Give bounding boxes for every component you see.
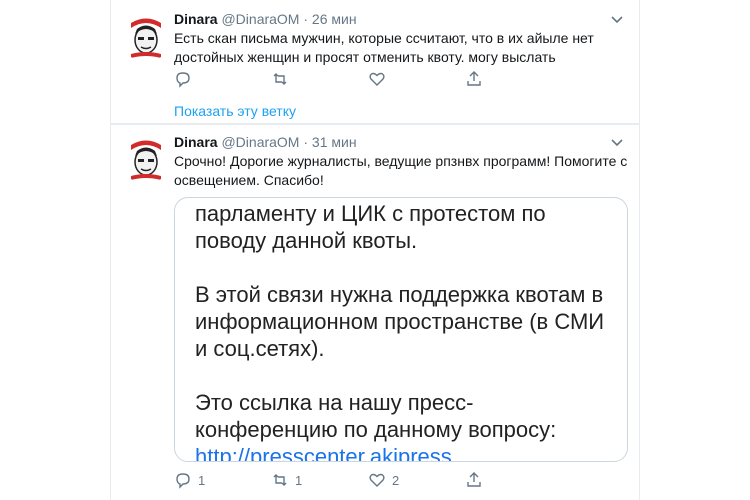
image-text-line: парламенту и ЦИК с протестом по поводу д… xyxy=(195,201,546,253)
like-button[interactable]: 2 xyxy=(368,471,399,489)
tweet-text: Срочно! Дорогие журналисты, ведущие рпзн… xyxy=(174,153,628,188)
tweet-header: Dinara @DinaraOM · 26 мин xyxy=(174,10,357,28)
reply-button[interactable] xyxy=(174,70,198,88)
avatar-cartoon-icon xyxy=(121,134,171,184)
author-handle[interactable]: @DinaraOM xyxy=(221,11,299,27)
author-name[interactable]: Dinara xyxy=(174,11,218,27)
share-button[interactable] xyxy=(465,471,483,489)
like-button[interactable] xyxy=(368,70,392,88)
share-button[interactable] xyxy=(465,70,483,88)
reply-count: 1 xyxy=(198,472,206,488)
author-name[interactable]: Dinara xyxy=(174,134,218,150)
share-icon xyxy=(467,472,481,487)
retweet-icon xyxy=(273,73,287,85)
tweet[interactable]: Dinara @DinaraOM · 31 мин Срочно! Дороги… xyxy=(111,125,639,500)
retweet-icon xyxy=(273,474,287,486)
heart-icon xyxy=(369,72,385,86)
heart-icon xyxy=(369,473,385,487)
image-text-line: Это ссылка на нашу пресс-конференцию по … xyxy=(195,390,557,442)
tweet-text: Есть скан письма мужчин, которые ссчитаю… xyxy=(174,30,594,65)
retweet-button[interactable] xyxy=(271,70,295,88)
reply-button[interactable]: 1 xyxy=(174,471,205,489)
image-link: http://presscenter.akipress xyxy=(195,444,452,462)
retweet-count: 1 xyxy=(295,472,303,488)
retweet-button[interactable]: 1 xyxy=(271,471,302,489)
tweet-time[interactable]: · 26 мин xyxy=(303,11,356,27)
chevron-down-icon[interactable] xyxy=(609,134,625,150)
tweet[interactable]: Dinara @DinaraOM · 26 мин Есть скан пись… xyxy=(111,0,639,119)
reply-icon xyxy=(176,473,190,489)
image-text: парламенту и ЦИК с протестом по поводу д… xyxy=(195,200,615,462)
like-count: 2 xyxy=(392,472,400,488)
chevron-down-icon[interactable] xyxy=(609,11,625,27)
author-handle[interactable]: @DinaraOM xyxy=(221,134,299,150)
avatar-cartoon-icon xyxy=(121,12,171,62)
tweet-header: Dinara @DinaraOM · 31 мин xyxy=(174,133,357,151)
tweet-time[interactable]: · 31 мин xyxy=(303,134,356,150)
image-text-line: В этой связи нужна поддержка квотам в ин… xyxy=(195,282,605,361)
tweet-image[interactable]: парламенту и ЦИК с протестом по поводу д… xyxy=(174,197,628,462)
reply-icon xyxy=(176,72,190,88)
avatar[interactable] xyxy=(121,134,171,184)
show-thread-link[interactable]: Показать эту ветку xyxy=(174,103,296,119)
timeline: Dinara @DinaraOM · 26 мин Есть скан пись… xyxy=(110,0,640,500)
avatar[interactable] xyxy=(121,12,171,62)
share-icon xyxy=(467,71,481,86)
